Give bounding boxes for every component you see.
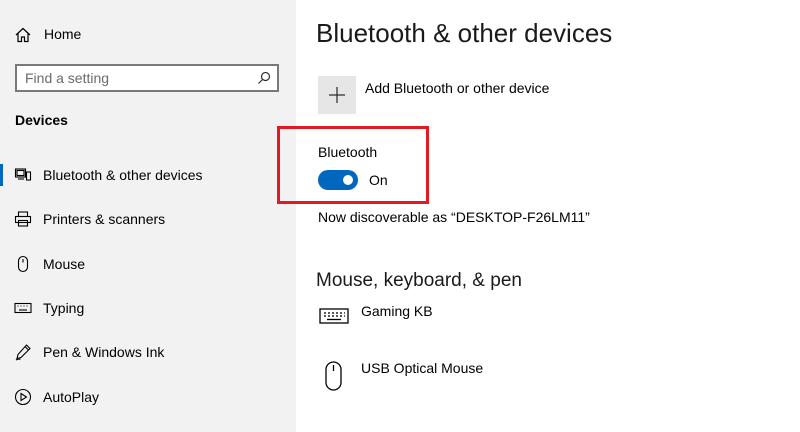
- pen-icon: [14, 343, 32, 361]
- add-device-button[interactable]: Add Bluetooth or other device: [318, 76, 618, 116]
- home-icon: [14, 26, 32, 44]
- active-indicator: [0, 164, 3, 186]
- sidebar-item-label: Bluetooth & other devices: [43, 167, 203, 183]
- toggle-knob: [343, 175, 353, 185]
- device-label: USB Optical Mouse: [361, 360, 484, 376]
- section-subheading: Mouse, keyboard, & pen: [316, 270, 522, 291]
- section-heading: Devices: [15, 112, 68, 128]
- autoplay-icon: [14, 388, 32, 406]
- sidebar-item-bluetooth[interactable]: Bluetooth & other devices: [0, 159, 296, 191]
- bluetooth-highlight-box: [277, 126, 429, 204]
- printer-icon: [14, 210, 32, 228]
- bluetooth-toggle-state: On: [369, 172, 388, 188]
- mouse-icon: [318, 360, 350, 399]
- bluetooth-label: Bluetooth: [318, 144, 378, 160]
- sidebar-item-autoplay[interactable]: AutoPlay: [0, 381, 296, 413]
- keyboard-icon: [318, 303, 350, 330]
- sidebar-item-label: Typing: [43, 300, 85, 316]
- sidebar-item-mouse[interactable]: Mouse: [0, 248, 296, 280]
- search-input[interactable]: [17, 66, 255, 90]
- settings-window: Home Devices Bluet: [0, 0, 800, 432]
- sidebar-item-label: Mouse: [43, 256, 86, 272]
- bluetooth-toggle[interactable]: [318, 170, 358, 190]
- sidebar-item-home[interactable]: Home: [0, 22, 296, 48]
- plus-icon: [329, 87, 345, 103]
- sidebar-item-pen[interactable]: Pen & Windows Ink: [0, 336, 296, 368]
- sidebar-item-typing[interactable]: Typing: [0, 292, 296, 324]
- sidebar-item-label: Printers & scanners: [43, 211, 166, 227]
- bluetooth-devices-icon: [14, 166, 32, 184]
- sidebar-item-label: Home: [44, 26, 82, 42]
- sidebar: Home Devices Bluet: [0, 0, 296, 432]
- main-content: Bluetooth & other devices Add Bluetooth …: [277, 0, 800, 432]
- discoverable-status: Now discoverable as “DESKTOP-F26LM11”: [318, 209, 590, 225]
- device-item-keyboard[interactable]: Gaming KB: [318, 303, 718, 343]
- device-item-mouse[interactable]: USB Optical Mouse: [318, 360, 718, 400]
- add-device-label: Add Bluetooth or other device: [365, 80, 550, 96]
- search-box[interactable]: [15, 64, 279, 92]
- sidebar-item-label: AutoPlay: [43, 389, 100, 405]
- device-label: Gaming KB: [361, 303, 433, 319]
- sidebar-item-printers[interactable]: Printers & scanners: [0, 203, 296, 235]
- mouse-icon: [14, 255, 32, 273]
- keyboard-icon: [14, 299, 32, 317]
- sidebar-item-label: Pen & Windows Ink: [43, 344, 165, 360]
- add-device-tile[interactable]: [318, 76, 356, 114]
- search-icon[interactable]: [257, 71, 271, 85]
- page-title: Bluetooth & other devices: [316, 18, 613, 48]
